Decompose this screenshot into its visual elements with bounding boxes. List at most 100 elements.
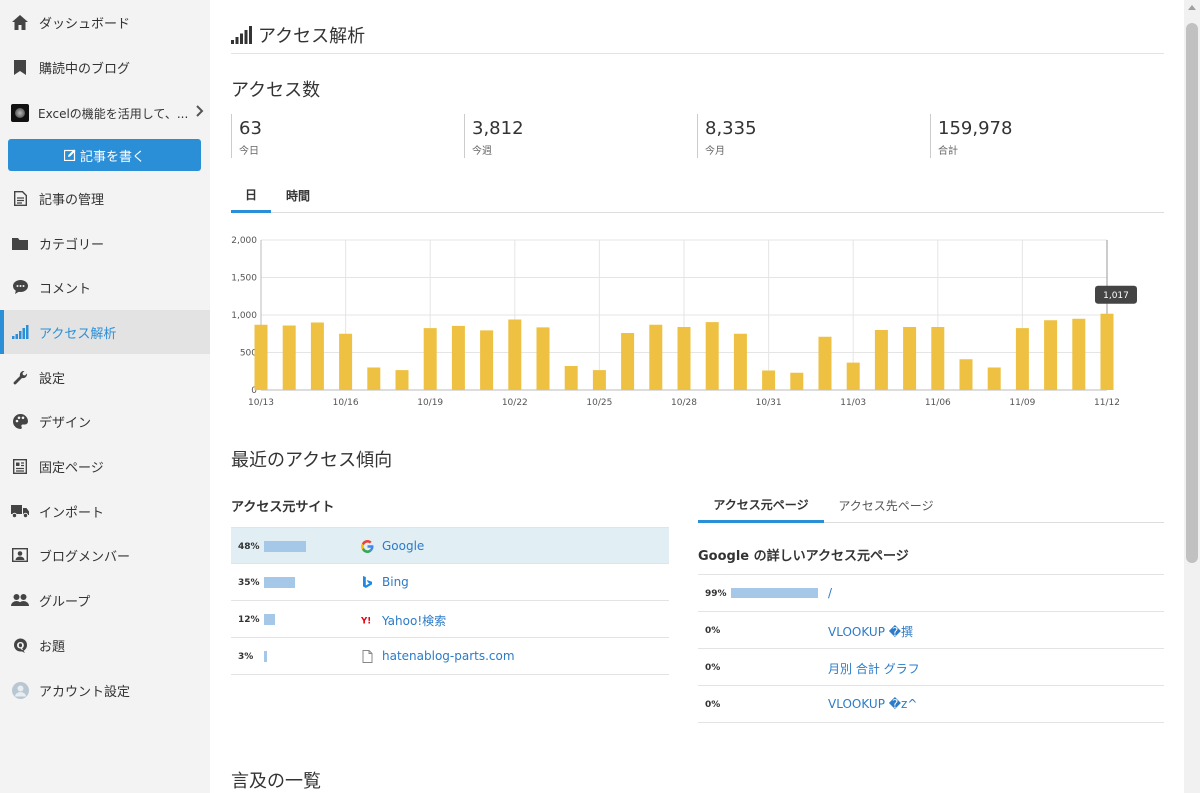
stat-this-week: 3,812 今週 bbox=[464, 114, 524, 158]
sidebar-item-dashboard[interactable]: ダッシュボード bbox=[0, 0, 210, 44]
referrer-row[interactable]: 0% VLOOKUP �撰 bbox=[698, 611, 1164, 648]
folder-icon bbox=[11, 234, 29, 252]
source-row-hatenablog-parts[interactable]: 3% hatenablog-parts.com bbox=[231, 638, 669, 675]
sidebar-item-settings[interactable]: 設定 bbox=[0, 355, 210, 399]
sidebar-item-subscriptions[interactable]: 購読中のブログ bbox=[0, 45, 210, 89]
blog-name: Excelの機能を活用して、... bbox=[38, 106, 189, 121]
source-row-bing[interactable]: 35% Bing bbox=[231, 564, 669, 601]
chart-bar bbox=[310, 322, 324, 390]
scrollbar-thumb[interactable] bbox=[1186, 23, 1198, 563]
mentions-heading: 言及の一覧 bbox=[231, 771, 321, 792]
sidebar-item-analytics[interactable]: アクセス解析 bbox=[0, 310, 210, 354]
source-name[interactable]: hatenablog-parts.com bbox=[382, 649, 515, 663]
sidebar-item-groups[interactable]: グループ bbox=[0, 578, 210, 622]
chevron-right-icon bbox=[196, 105, 204, 120]
sidebar-item-articles[interactable]: 記事の管理 bbox=[0, 176, 210, 220]
tab-referrer-pages[interactable]: アクセス元ページ bbox=[698, 488, 824, 523]
tab-day[interactable]: 日 bbox=[231, 178, 271, 213]
sidebar-item-label: 固定ページ bbox=[39, 460, 104, 476]
source-bar bbox=[264, 577, 295, 588]
bing-icon bbox=[363, 576, 372, 588]
x-tick-label: 10/31 bbox=[756, 398, 782, 408]
sidebar-item-comments[interactable]: コメント bbox=[0, 265, 210, 309]
source-row-yahoo[interactable]: 12% Y! Yahoo!検索 bbox=[231, 601, 669, 638]
sidebar-item-label: 記事の管理 bbox=[39, 192, 105, 208]
tab-destination-pages[interactable]: アクセス先ページ bbox=[830, 488, 942, 523]
palette-icon bbox=[11, 412, 29, 430]
wrench-icon bbox=[11, 368, 29, 386]
sidebar-item-label: 設定 bbox=[39, 371, 66, 387]
chart-bar bbox=[621, 333, 635, 390]
referrer-percent: 99% bbox=[705, 589, 727, 599]
sidebar-blog-selector[interactable]: Excelの機能を活用して、... bbox=[0, 92, 210, 134]
write-article-button[interactable]: 記事を書く bbox=[8, 139, 201, 171]
chart-tooltip-label: 1,017 bbox=[1103, 291, 1129, 301]
access-count-heading: アクセス数 bbox=[231, 80, 321, 101]
google-icon bbox=[361, 540, 374, 553]
page-scrollbar[interactable] bbox=[1184, 0, 1200, 793]
sidebar-item-static-pages[interactable]: 固定ページ bbox=[0, 444, 210, 488]
file-icon bbox=[362, 650, 373, 663]
tab-hour[interactable]: 時間 bbox=[279, 178, 317, 213]
main-content: アクセス解析 アクセス数 63 今日 3,812 今週 8,335 今月 159… bbox=[210, 0, 1184, 793]
blog-thumbnail bbox=[11, 104, 29, 122]
source-name[interactable]: Yahoo!検索 bbox=[382, 612, 446, 629]
source-row-google[interactable]: 48% Google bbox=[231, 527, 669, 564]
chart-bar bbox=[508, 319, 522, 390]
sidebar-item-label: 購読中のブログ bbox=[39, 61, 131, 77]
source-bar bbox=[264, 541, 306, 552]
sidebar-item-import[interactable]: インポート bbox=[0, 489, 210, 533]
referrer-row[interactable]: 99% / bbox=[698, 574, 1164, 611]
chart-bar bbox=[1044, 320, 1058, 390]
referrer-path[interactable]: / bbox=[828, 586, 832, 600]
referrer-percent: 0% bbox=[705, 663, 721, 673]
chart-bar bbox=[705, 322, 719, 390]
chart-bar bbox=[649, 324, 663, 390]
sidebar-item-topics[interactable]: Q お題 bbox=[0, 623, 210, 667]
referrer-tabs: アクセス元ページ アクセス先ページ bbox=[698, 488, 1164, 523]
home-icon bbox=[11, 13, 29, 31]
sidebar-item-label: コメント bbox=[39, 281, 92, 297]
question-icon: Q bbox=[11, 636, 29, 654]
chart-bar bbox=[339, 333, 353, 390]
source-bar bbox=[264, 614, 275, 625]
svg-text:Y!: Y! bbox=[361, 616, 371, 626]
y-tick-label: 1,000 bbox=[231, 311, 257, 321]
source-name[interactable]: Bing bbox=[382, 575, 409, 589]
x-tick-label: 10/28 bbox=[671, 398, 697, 408]
chart-bar bbox=[903, 327, 917, 390]
google-referrers-heading: Google の詳しいアクセス元ページ bbox=[698, 549, 909, 564]
sidebar: ダッシュボード 購読中のブログ Excelの機能を活用して、... 記事を書く … bbox=[0, 0, 210, 793]
sidebar-item-label: アクセス解析 bbox=[39, 326, 117, 342]
chart-bar bbox=[1072, 318, 1086, 390]
referrer-bar bbox=[731, 588, 818, 598]
scroll-up-arrow-icon[interactable] bbox=[1188, 5, 1196, 10]
stat-this-month: 8,335 今月 bbox=[697, 114, 757, 158]
referrer-path[interactable]: 月別 合計 グラフ bbox=[828, 660, 920, 677]
sidebar-item-label: ブログメンバー bbox=[39, 549, 131, 565]
sidebar-item-account-settings[interactable]: アカウント設定 bbox=[0, 668, 210, 712]
sidebar-item-members[interactable]: ブログメンバー bbox=[0, 533, 210, 577]
sidebar-item-categories[interactable]: カテゴリー bbox=[0, 221, 210, 265]
page-title: アクセス解析 bbox=[231, 22, 365, 48]
referrer-percent: 0% bbox=[705, 700, 721, 710]
chart-bar bbox=[931, 327, 945, 390]
referrer-path[interactable]: VLOOKUP �z^ bbox=[828, 697, 917, 711]
chart-bar bbox=[790, 372, 804, 390]
chart-bar bbox=[536, 327, 550, 390]
stat-value: 63 bbox=[239, 118, 262, 139]
chart-bar bbox=[1100, 313, 1114, 390]
x-tick-label: 11/03 bbox=[840, 398, 866, 408]
referrer-row[interactable]: 0% 月別 合計 グラフ bbox=[698, 648, 1164, 685]
chart-bar bbox=[480, 330, 494, 390]
referrer-path[interactable]: VLOOKUP �撰 bbox=[828, 623, 913, 640]
chart-bar bbox=[874, 330, 888, 390]
document-icon bbox=[11, 189, 29, 207]
source-name[interactable]: Google bbox=[382, 539, 424, 553]
source-percent: 48% bbox=[238, 542, 260, 552]
sidebar-item-design[interactable]: デザイン bbox=[0, 399, 210, 443]
referrer-row[interactable]: 0% VLOOKUP �z^ bbox=[698, 685, 1164, 722]
source-percent: 3% bbox=[238, 652, 254, 662]
x-tick-label: 11/12 bbox=[1094, 398, 1120, 408]
sidebar-item-label: カテゴリー bbox=[39, 237, 105, 253]
